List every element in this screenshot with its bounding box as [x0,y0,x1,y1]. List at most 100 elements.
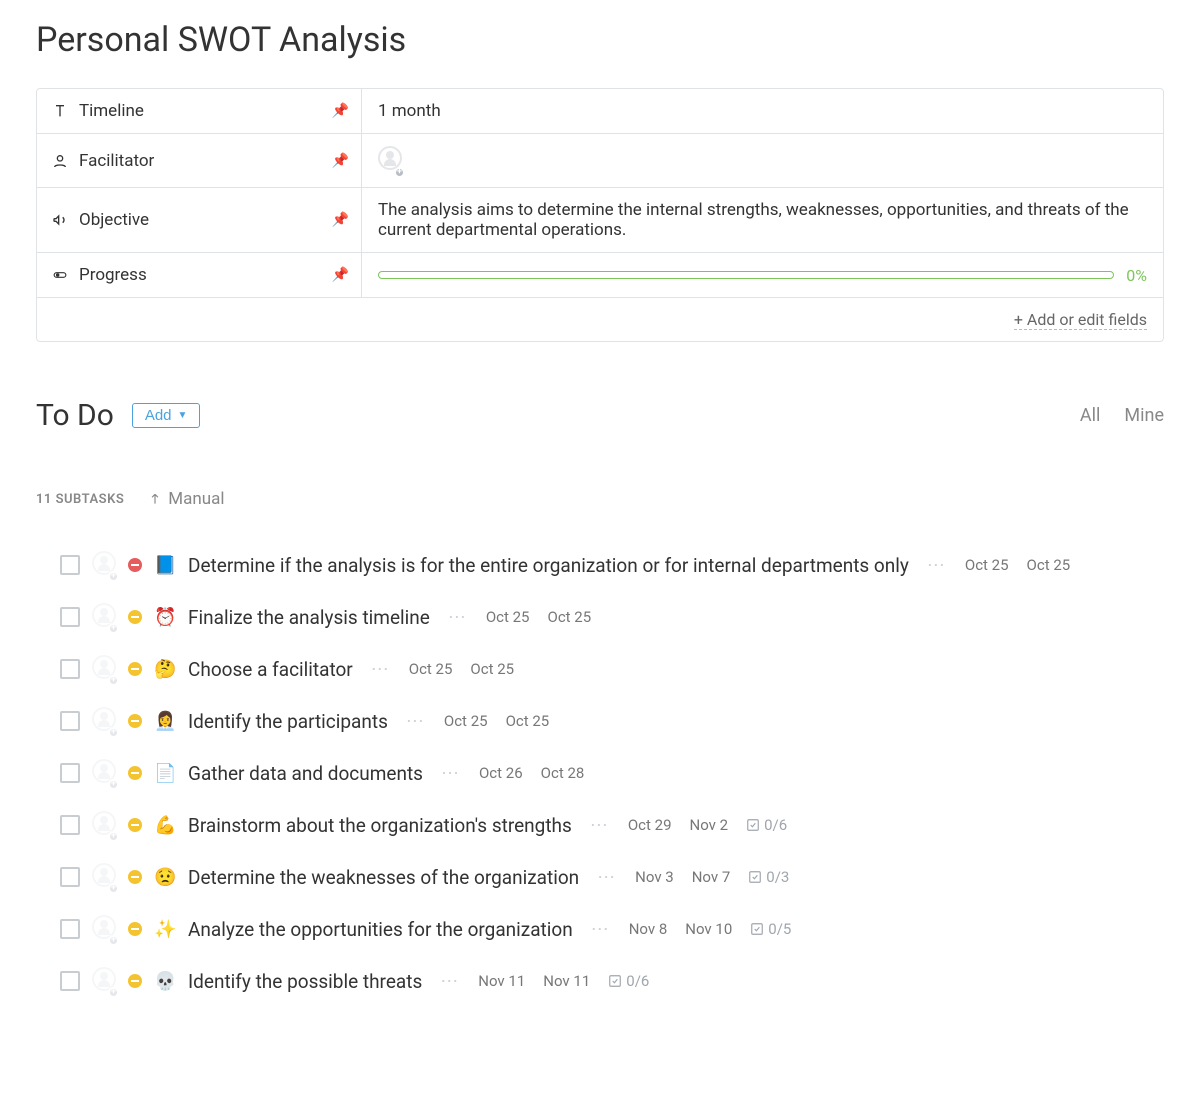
field-row-facilitator[interactable]: Facilitator 📌 [37,134,1163,188]
task-end-date[interactable]: Oct 25 [470,660,514,678]
task-row[interactable]: 📄Gather data and documents⋯Oct 26Oct 28 [36,747,1164,799]
more-options-icon[interactable]: ⋯ [927,555,947,576]
task-row[interactable]: ⏰Finalize the analysis timeline⋯Oct 25Oc… [36,591,1164,643]
subtask-progress[interactable]: 0/6 [608,972,649,990]
task-title[interactable]: Identify the possible threats [188,970,422,993]
pin-icon[interactable]: 📌 [332,153,349,169]
more-options-icon[interactable]: ⋯ [591,919,611,940]
more-options-icon[interactable]: ⋯ [597,867,617,888]
filter-all[interactable]: All [1080,405,1101,426]
pin-icon[interactable]: 📌 [332,103,349,119]
task-end-date[interactable]: Oct 25 [1027,556,1071,574]
field-label: Timeline [79,101,144,121]
more-options-icon[interactable]: ⋯ [441,763,461,784]
task-start-date[interactable]: Oct 25 [965,556,1009,574]
task-title[interactable]: Choose a facilitator [188,658,353,681]
sort-toggle[interactable]: Manual [148,489,224,509]
pin-icon[interactable]: 📌 [332,212,349,228]
add-button-label: Add [145,407,172,424]
task-start-date[interactable]: Nov 8 [629,920,668,938]
task-checkbox[interactable] [60,919,80,939]
task-emoji: 😟 [154,867,176,888]
add-or-edit-fields-link[interactable]: + Add or edit fields [1014,310,1147,330]
task-row[interactable]: 🤔 Choose a facilitator ⋯ Oct 25 Oct 25 [36,643,1164,695]
assignee-avatar[interactable] [92,655,116,683]
assignee-avatar[interactable] [92,707,116,735]
task-end-date[interactable]: Oct 25 [548,608,592,626]
task-start-date[interactable]: Nov 11 [478,972,525,990]
more-options-icon[interactable]: ⋯ [406,711,426,732]
task-checkbox[interactable] [60,763,80,783]
subtasks-count: 11 SUBTASKS [36,492,124,507]
task-row[interactable]: 📘Determine if the analysis is for the en… [36,539,1164,591]
task-checkbox[interactable] [60,815,80,835]
more-options-icon[interactable]: ⋯ [448,607,468,628]
priority-medium-icon[interactable] [128,662,142,676]
task-title[interactable]: Brainstorm about the organization's stre… [188,814,572,837]
subtask-progress[interactable]: 0/3 [748,868,789,886]
task-end-date[interactable]: Nov 11 [543,972,590,990]
priority-medium-icon[interactable] [128,974,142,988]
more-options-icon[interactable]: ⋯ [371,659,391,680]
task-start-date[interactable]: Oct 25 [486,608,530,626]
assignee-avatar[interactable] [92,863,116,891]
task-row[interactable]: ✨Analyze the opportunities for the organ… [36,903,1164,955]
assignee-avatar[interactable] [92,915,116,943]
more-options-icon[interactable]: ⋯ [590,815,610,836]
task-row[interactable]: 😟 Determine the weaknesses of the organiz… [36,851,1164,903]
task-checkbox[interactable] [60,659,80,679]
priority-medium-icon[interactable] [128,870,142,884]
task-title[interactable]: Determine if the analysis is for the ent… [188,554,909,577]
task-title[interactable]: Finalize the analysis timeline [188,606,430,629]
task-start-date[interactable]: Oct 29 [628,816,672,834]
avatar-unassigned[interactable] [378,146,402,175]
field-row-progress[interactable]: Progress 📌 0% [37,253,1163,298]
task-start-date[interactable]: Oct 26 [479,764,523,782]
task-row[interactable]: 👩‍💼Identify the participants⋯Oct 25Oct 2… [36,695,1164,747]
priority-medium-icon[interactable] [128,766,142,780]
priority-medium-icon[interactable] [128,922,142,936]
more-options-icon[interactable]: ⋯ [440,971,460,992]
assignee-avatar[interactable] [92,603,116,631]
checklist-icon [748,870,762,884]
subtask-progress[interactable]: 0/6 [746,816,787,834]
task-checkbox[interactable] [60,867,80,887]
filter-mine[interactable]: Mine [1124,405,1164,426]
field-row-timeline[interactable]: Timeline 📌 1 month [37,89,1163,134]
add-button[interactable]: Add ▼ [132,403,201,428]
assignee-avatar[interactable] [92,967,116,995]
task-end-date[interactable]: Oct 28 [541,764,585,782]
task-title[interactable]: Identify the participants [188,710,388,733]
task-checkbox[interactable] [60,555,80,575]
assignee-avatar[interactable] [92,759,116,787]
field-row-objective[interactable]: Objective 📌 The analysis aims to determi… [37,188,1163,253]
task-row[interactable]: 💀Identify the possible threats⋯Nov 11Nov… [36,955,1164,1007]
task-checkbox[interactable] [60,607,80,627]
assignee-avatar[interactable] [92,811,116,839]
task-start-date[interactable]: Oct 25 [444,712,488,730]
task-start-date[interactable]: Oct 25 [409,660,453,678]
task-end-date[interactable]: Nov 2 [690,816,729,834]
task-end-date[interactable]: Nov 7 [692,868,731,886]
subtask-progress[interactable]: 0/5 [750,920,791,938]
task-start-date[interactable]: Nov 3 [635,868,674,886]
task-end-date[interactable]: Nov 10 [685,920,732,938]
priority-high-icon[interactable] [128,558,142,572]
field-value[interactable] [362,134,1163,187]
task-title[interactable]: Determine the weaknesses of the organiza… [188,866,579,889]
priority-medium-icon[interactable] [128,610,142,624]
task-title[interactable]: Analyze the opportunities for the organi… [188,918,573,941]
arrow-up-icon [148,492,162,506]
field-value[interactable]: The analysis aims to determine the inter… [362,188,1163,252]
field-value[interactable]: 1 month [362,89,1163,133]
priority-medium-icon[interactable] [128,818,142,832]
assignee-avatar[interactable] [92,551,116,579]
priority-medium-icon[interactable] [128,714,142,728]
task-checkbox[interactable] [60,711,80,731]
task-title[interactable]: Gather data and documents [188,762,423,785]
task-emoji: 🤔 [154,659,176,680]
task-end-date[interactable]: Oct 25 [506,712,550,730]
pin-icon[interactable]: 📌 [332,267,349,283]
task-row[interactable]: 💪Brainstorm about the organization's str… [36,799,1164,851]
task-checkbox[interactable] [60,971,80,991]
